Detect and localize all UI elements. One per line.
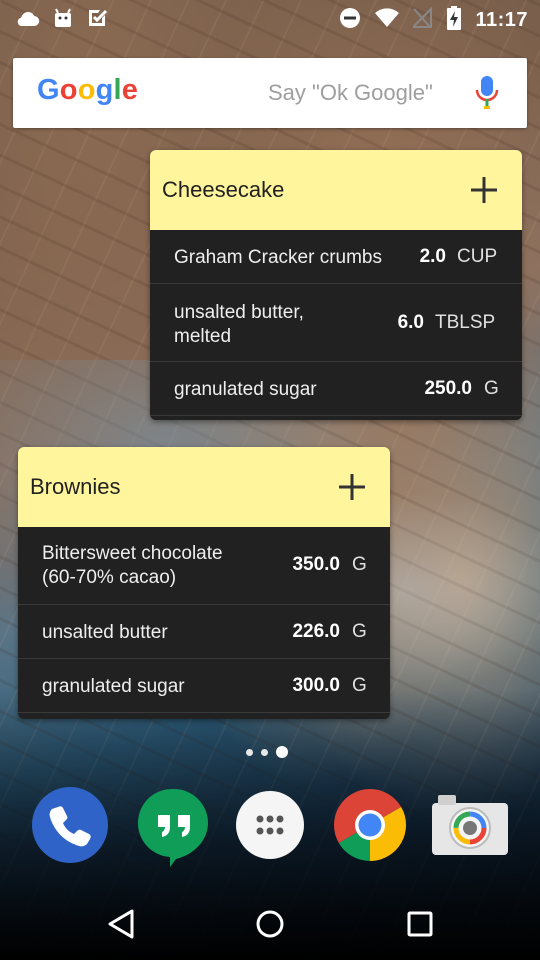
ingredient-row: Bittersweet chocolate (60-70% cacao) 350… (18, 527, 390, 605)
ingredient-quantity: 250.0 (424, 378, 472, 399)
recipe-widget-cheesecake[interactable]: Cheesecake Graham Cracker crumbs 2.0 CUP… (150, 150, 522, 420)
ingredient-quantity: 2.0 (419, 246, 446, 267)
ingredient-unit: G (352, 675, 367, 696)
ingredient-row: Graham Cracker crumbs 2.0 CUP (150, 230, 522, 284)
ingredient-row: unsalted butter 226.0 G (18, 605, 390, 659)
ingredient-name: unsalted butter (42, 622, 168, 643)
ingredient-quantity: 6.0 (397, 312, 424, 333)
back-icon[interactable] (106, 908, 136, 945)
ingredient-name-line: unsalted butter, (174, 302, 304, 323)
google-logo: Google (37, 74, 138, 107)
ingredient-quantity: 350.0 (292, 554, 340, 575)
add-icon[interactable] (466, 172, 502, 208)
ingredient-name-line: Bittersweet chocolate (42, 543, 223, 564)
camera-icon[interactable] (430, 791, 510, 857)
logo-letter: o (77, 74, 96, 106)
logo-letter: g (95, 74, 114, 106)
ingredient-name: unsalted butter, melted (174, 301, 304, 349)
ingredient-row: granulated sugar 250.0 G (150, 362, 522, 416)
android-icon (52, 7, 74, 34)
ingredient-name-line: (60-70% cacao) (42, 567, 177, 588)
page-dot (261, 748, 268, 756)
page-dot (246, 748, 253, 756)
ingredient-unit: CUP (457, 246, 498, 267)
search-hint: Say "Ok Google" (268, 80, 433, 105)
ingredient-name: Bittersweet chocolate (60-70% cacao) (42, 542, 223, 590)
home-icon[interactable] (255, 909, 285, 944)
ingredient-quantity: 300.0 (292, 675, 340, 696)
battery-charging-icon (447, 6, 462, 35)
ingredient-row: granulated sugar 300.0 G (18, 659, 390, 713)
ingredient-unit: G (484, 378, 499, 399)
ingredient-name-line: melted (174, 326, 232, 347)
add-icon[interactable] (334, 469, 370, 505)
do-not-disturb-icon (339, 7, 361, 34)
ingredient-row: unsalted butter, melted 6.0 TBLSP (150, 284, 522, 362)
ingredient-unit: G (352, 554, 367, 575)
ingredient-unit: G (352, 621, 367, 642)
recents-icon[interactable] (406, 910, 434, 943)
ingredient-name: granulated sugar (42, 676, 185, 697)
ingredient-name: granulated sugar (174, 379, 317, 400)
phone-icon[interactable] (32, 787, 108, 863)
ingredient-unit: TBLSP (435, 312, 496, 333)
google-search-bar[interactable]: Google Say "Ok Google" (13, 58, 527, 128)
chrome-icon[interactable] (332, 787, 408, 863)
page-indicator (246, 746, 288, 758)
app-drawer-icon[interactable] (236, 791, 304, 859)
cloud-icon (14, 9, 40, 32)
logo-letter: l (113, 74, 122, 106)
navigation-bar (0, 888, 540, 960)
ingredient-quantity: 226.0 (292, 621, 340, 642)
page-dot-active (276, 746, 288, 758)
widget-title: Cheesecake (162, 177, 285, 202)
recipe-widget-brownies[interactable]: Brownies Bittersweet chocolate (60-70% c… (18, 447, 390, 719)
logo-letter: G (37, 74, 60, 106)
status-bar: 11:17 (0, 0, 540, 36)
widget-header: Cheesecake (150, 150, 522, 230)
cellular-no-signal-icon (411, 6, 433, 34)
hangouts-icon[interactable] (136, 787, 212, 867)
mic-icon[interactable] (475, 76, 499, 115)
wifi-icon (375, 8, 400, 33)
logo-letter: o (59, 74, 78, 106)
widget-header: Brownies (18, 447, 390, 527)
ingredient-name: Graham Cracker crumbs (174, 247, 382, 268)
task-check-icon (86, 7, 108, 34)
clock: 11:17 (475, 9, 528, 31)
logo-letter: e (121, 74, 139, 106)
widget-title: Brownies (30, 474, 121, 499)
